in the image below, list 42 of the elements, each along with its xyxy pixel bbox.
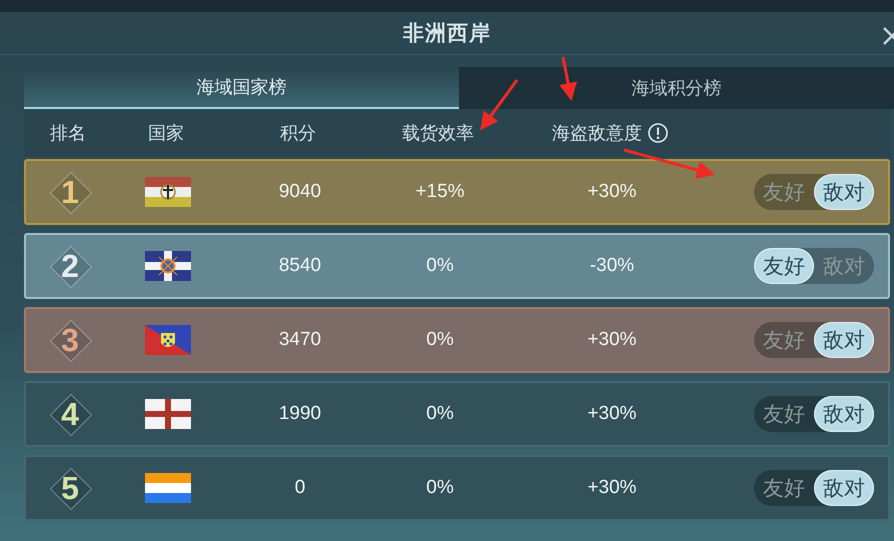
stance-option[interactable]: 友好 (754, 470, 814, 506)
cargo-cell-text: 0% (425, 477, 455, 499)
cargo-cell-text: 0% (425, 329, 455, 351)
flag-icon (145, 473, 191, 503)
hostility-cell-text: +30% (586, 477, 638, 499)
flag-icon (145, 177, 191, 207)
flag-icon (145, 399, 191, 429)
hostility-cell-text: +30% (586, 329, 638, 351)
score-cell-text: 8540 (278, 255, 322, 277)
stance-option[interactable]: 敌对 (814, 470, 874, 506)
stance-option[interactable]: 敌对 (814, 174, 874, 210)
rank-badge: 1 (50, 172, 90, 212)
stance-option[interactable]: 敌对 (814, 396, 874, 432)
flag-icon (145, 325, 191, 355)
column-header: 海盗敌意度 (552, 122, 642, 145)
score-cell-text: 0 (294, 477, 306, 499)
stance-option[interactable]: 敌对 (814, 322, 874, 358)
column-header: 国家 (147, 122, 185, 145)
stance-option[interactable]: 友好 (754, 248, 814, 284)
rank-badge: 5 (50, 468, 90, 508)
cargo-cell-text: 0% (425, 403, 455, 425)
info-icon[interactable] (648, 123, 668, 143)
score-cell-text: 3470 (278, 329, 322, 351)
score-cell-text: 9040 (278, 181, 322, 203)
window-title: 非洲西岸 (403, 21, 491, 47)
flag-icon (145, 251, 191, 281)
rank-badge: 4 (50, 394, 90, 434)
column-header: 积分 (279, 122, 317, 145)
stance-option[interactable]: 友好 (754, 396, 814, 432)
hostility-cell-text: -30% (588, 255, 636, 277)
hostility-cell-text: +30% (586, 403, 638, 425)
annotation-arrow (480, 79, 518, 130)
rank-badge: 3 (50, 320, 90, 360)
rank-badge: 2 (50, 246, 90, 286)
column-header: 排名 (49, 122, 87, 145)
cargo-cell-text: +15% (414, 181, 466, 203)
column-header: 载货效率 (401, 122, 475, 145)
score-cell-text: 1990 (278, 403, 322, 425)
annotation-arrow (559, 56, 577, 101)
tab[interactable]: 海域积分榜 (459, 67, 894, 109)
hostility-cell-text: +30% (586, 181, 638, 203)
cargo-cell-text: 0% (425, 255, 455, 277)
